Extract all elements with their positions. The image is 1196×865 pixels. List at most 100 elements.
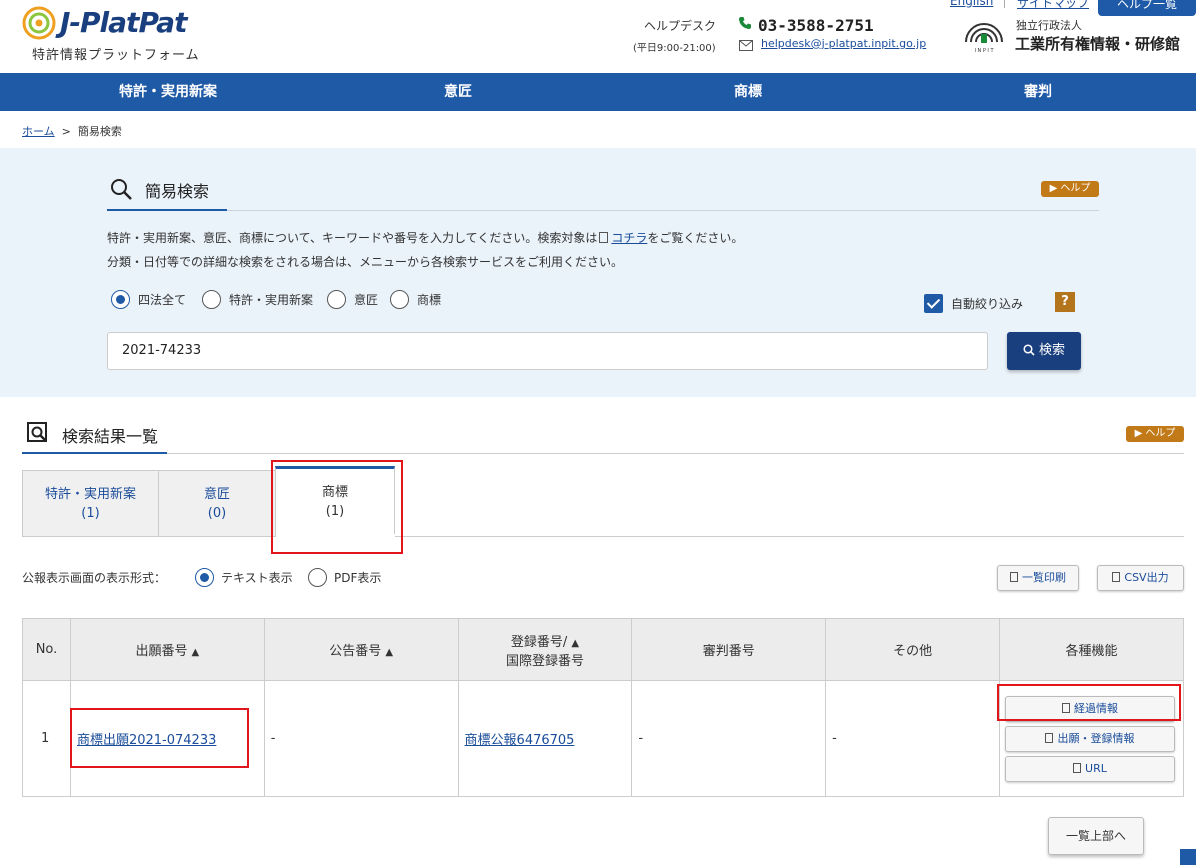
- inpit-logo-icon: I N P I T: [965, 23, 1003, 54]
- print-list-button[interactable]: 一覧印刷: [997, 565, 1079, 591]
- nav-patent[interactable]: 特許・実用新案: [70, 73, 266, 111]
- csv-export-label: CSV出力: [1124, 571, 1169, 584]
- auto-narrow-help-button[interactable]: ?: [1055, 292, 1075, 312]
- col-application-label: 出願番号: [135, 644, 188, 659]
- highlight-progress-info: [997, 684, 1181, 721]
- cell-no: 1: [22, 680, 71, 797]
- radio-text-display[interactable]: [195, 568, 214, 587]
- svg-text:I N P I T: I N P I T: [974, 48, 994, 54]
- search-button-label: 検索: [1038, 343, 1065, 358]
- tab-patent-count: (1): [81, 506, 100, 521]
- col-application[interactable]: 出願番号 ▲: [69, 618, 265, 681]
- search-button[interactable]: 検索: [1007, 332, 1081, 370]
- mail-icon: [739, 40, 753, 51]
- print-list-label: 一覧印刷: [1022, 571, 1066, 584]
- search-icon: [1023, 344, 1035, 356]
- display-format-label: 公報表示画面の表示形式：: [22, 571, 167, 585]
- nav-design[interactable]: 意匠: [360, 73, 556, 111]
- back-to-top-button[interactable]: 一覧上部へ: [1048, 817, 1144, 855]
- radio-all-laws-label: 四法全て: [138, 293, 187, 307]
- radio-text-display-label: テキスト表示: [221, 571, 293, 585]
- highlight-application-number: [70, 708, 249, 768]
- url-label: URL: [1085, 761, 1107, 775]
- breadcrumb: ホーム > 簡易検索: [22, 123, 122, 139]
- external-link-icon: [1073, 762, 1082, 773]
- radio-patent-label: 特許・実用新案: [229, 293, 314, 307]
- english-link[interactable]: English: [950, 0, 993, 8]
- logo-subtitle: 特許情報プラットフォーム: [32, 48, 200, 63]
- tab-design[interactable]: 意匠 (0): [158, 470, 276, 537]
- main-nav: 特許・実用新案 意匠 商標 審判: [0, 73, 1196, 111]
- radio-pdf-display[interactable]: [308, 568, 327, 587]
- desc-text-pre: 特許・実用新案、意匠、商標について、キーワードや番号を入力してください。検索対象…: [107, 231, 598, 245]
- table-header-row: No. 出願番号 ▲ 公告番号 ▲ 登録番号/▲ 国際登録番号 審判番号 その他 各種…: [22, 618, 1185, 681]
- results-underline: [167, 453, 1184, 454]
- sort-arrow-icon: ▲: [385, 647, 394, 658]
- search-description-2: 分類・日付等での詳細な検索をされる場合は、メニューから各検索サービスをご利用くだ…: [107, 255, 624, 269]
- cell-appeal: -: [631, 680, 827, 797]
- phone-icon: [739, 17, 751, 29]
- radio-all-laws[interactable]: [111, 290, 130, 309]
- col-publication-label: 公告番号: [329, 644, 382, 659]
- export-icon: [1112, 572, 1121, 582]
- auto-narrow-label: 自動絞り込み: [951, 297, 1024, 311]
- logo-swirl-icon: [22, 6, 56, 40]
- url-button[interactable]: URL: [1004, 755, 1175, 782]
- radio-design[interactable]: [327, 290, 346, 309]
- registration-number-link[interactable]: 商標公報6476705: [465, 733, 575, 748]
- radio-patent[interactable]: [202, 290, 221, 309]
- cell-publication: -: [263, 680, 459, 797]
- col-appeal: 審判番号: [631, 618, 827, 681]
- document-icon: [1045, 732, 1054, 743]
- breadcrumb-separator: >: [61, 125, 71, 138]
- sort-arrow-icon: ▲: [571, 637, 580, 649]
- site-header: J-PlatPat 特許情報プラットフォーム ヘルプデスク (平日9:00-21…: [0, 0, 1196, 73]
- results-help-button[interactable]: ▶ ヘルプ: [1126, 426, 1184, 442]
- col-functions: 各種機能: [998, 618, 1185, 681]
- col-other: その他: [825, 618, 1000, 681]
- search-help-button[interactable]: ▶ ヘルプ: [1041, 181, 1099, 197]
- col-registration[interactable]: 登録番号/▲ 国際登録番号: [457, 618, 633, 681]
- auto-narrow-checkbox[interactable]: [924, 294, 943, 313]
- search-target-link[interactable]: コチラ: [611, 231, 647, 245]
- breadcrumb-home-link[interactable]: ホーム: [22, 125, 55, 138]
- search-icon: [111, 179, 132, 200]
- cell-other: -: [825, 680, 1000, 797]
- tab-design-label: 意匠: [203, 487, 230, 502]
- simple-search-panel: 簡易検索 ▶ ヘルプ 特許・実用新案、意匠、商標について、キーワードや番号を入力…: [0, 148, 1196, 397]
- radio-trademark-label: 商標: [417, 293, 442, 307]
- application-registration-info-button[interactable]: 出願・登録情報: [1004, 725, 1175, 752]
- results-title: 検索結果一覧: [62, 427, 159, 446]
- breadcrumb-current: 簡易検索: [77, 125, 122, 138]
- sort-arrow-icon: ▲: [191, 647, 200, 658]
- cell-registration: 商標公報6476705: [457, 680, 633, 797]
- csv-export-button[interactable]: CSV出力: [1097, 565, 1184, 591]
- help-list-button[interactable]: ヘルプ一覧: [1098, 0, 1196, 16]
- result-list-icon: [27, 422, 47, 442]
- document-icon: [599, 232, 609, 243]
- helpdesk-email-link[interactable]: helpdesk@j-platpat.inpit.go.jp: [761, 37, 926, 50]
- org-type: 独立行政法人: [1016, 19, 1082, 32]
- col-registration-label-2: 国際登録番号: [505, 653, 584, 669]
- radio-trademark[interactable]: [390, 290, 409, 309]
- org-name: 工業所有権情報・研修館: [1015, 35, 1181, 53]
- print-icon: [1010, 572, 1018, 582]
- jplatpat-logo[interactable]: J-PlatPat 特許情報プラットフォーム: [22, 6, 212, 66]
- tab-patent[interactable]: 特許・実用新案 (1): [22, 470, 159, 537]
- tabs-baseline: [395, 536, 1184, 537]
- nav-trademark[interactable]: 商標: [650, 73, 846, 111]
- logo-text: J-PlatPat: [60, 6, 187, 39]
- desc-text-post: をご覧ください。: [647, 231, 744, 245]
- nav-appeal[interactable]: 審判: [940, 73, 1136, 111]
- search-description-1: 特許・実用新案、意匠、商標について、キーワードや番号を入力してください。検索対象…: [107, 229, 743, 246]
- radio-design-label: 意匠: [354, 293, 379, 307]
- col-publication[interactable]: 公告番号 ▲: [263, 618, 459, 681]
- tab-design-count: (0): [207, 506, 227, 521]
- highlight-trademark-tab: [271, 460, 403, 554]
- top-link-divider: [1004, 0, 1005, 8]
- sitemap-link[interactable]: サイトマップ: [1017, 0, 1089, 11]
- search-input[interactable]: 2021-74233: [107, 332, 988, 370]
- helpdesk-phone: 03-3588-2751: [758, 16, 874, 35]
- col-no: No.: [22, 618, 71, 681]
- page-top-corner-button[interactable]: [1180, 849, 1196, 865]
